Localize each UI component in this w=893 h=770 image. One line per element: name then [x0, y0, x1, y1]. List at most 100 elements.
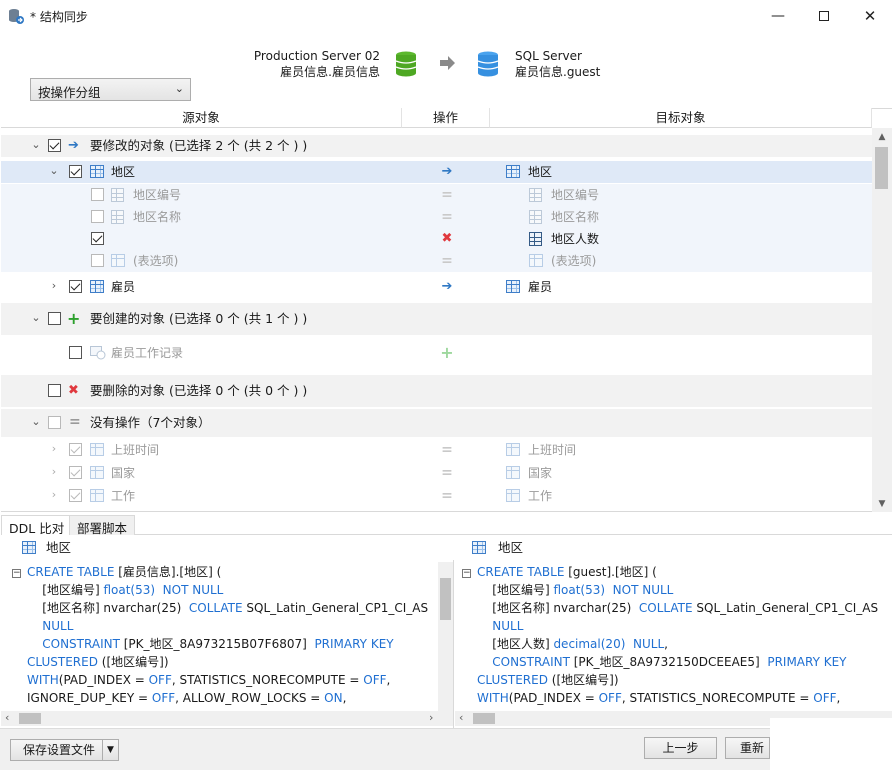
sql-text: [雇员信息].[地区] (: [114, 565, 222, 579]
ddl-right-header: 地区: [472, 537, 523, 559]
column-header-target[interactable]: 目标对象: [490, 108, 872, 128]
equal-icon: =: [441, 465, 453, 481]
previous-button[interactable]: 上一步: [644, 737, 717, 759]
expand-icon[interactable]: ›: [48, 279, 60, 292]
sql-keyword: NULL: [633, 637, 665, 651]
sql-keyword: decimal: [553, 637, 601, 651]
collapse-icon[interactable]: ⌄: [48, 164, 60, 177]
checkbox-column[interactable]: [91, 232, 104, 245]
scroll-down-icon[interactable]: ▼: [872, 499, 892, 509]
sql-keyword: OFF: [148, 673, 172, 687]
expand-icon[interactable]: ›: [48, 488, 60, 501]
create-plus-icon: +: [67, 309, 81, 328]
group-row-modify[interactable]: ⌄ ➔ 要修改的对象 (已选择 2 个 (共 2 个 ) ): [1, 135, 872, 157]
scroll-left-icon[interactable]: ‹: [459, 711, 463, 724]
sql-text: [地区编号]: [477, 583, 554, 597]
checkbox-table[interactable]: [69, 489, 82, 502]
column-header-source[interactable]: 源对象: [1, 108, 402, 128]
group-label-modify: 要修改的对象 (已选择 2 个 (共 2 个 ) ): [90, 138, 308, 153]
group-by-dropdown[interactable]: 按操作分组 ⌄: [30, 78, 191, 101]
column-icon: [529, 210, 542, 224]
checkbox-delete-group[interactable]: [48, 384, 61, 397]
checkbox-table[interactable]: [69, 443, 82, 456]
sql-text: [地区编号]: [27, 583, 104, 597]
checkbox-column[interactable]: [91, 188, 104, 201]
fold-collapse-icon[interactable]: −: [462, 569, 471, 578]
column-icon: [529, 232, 542, 246]
expand-icon[interactable]: ›: [48, 465, 60, 478]
collapse-icon[interactable]: ⌄: [30, 138, 42, 151]
minimize-button[interactable]: —: [755, 0, 801, 32]
sql-text: (PAD_INDEX =: [508, 691, 599, 705]
sync-arrow-icon: [440, 56, 455, 70]
scrollbar-thumb[interactable]: [440, 578, 451, 620]
table-options-icon: [529, 254, 543, 267]
table-icon: [506, 443, 520, 456]
maximize-button[interactable]: [801, 0, 847, 32]
checkbox-employee[interactable]: [69, 280, 82, 293]
collapse-icon[interactable]: ⌄: [30, 415, 42, 428]
save-settings-button[interactable]: 保存设置文件 ▼: [10, 739, 119, 761]
checkbox-create-group[interactable]: [48, 312, 61, 325]
ddl-left-title: 地区: [46, 540, 72, 555]
scrollbar-thumb[interactable]: [473, 713, 495, 724]
table-icon: [506, 489, 520, 502]
column-row[interactable]: (表选项) = (表选项): [1, 250, 872, 272]
ddl-left-code[interactable]: CREATE TABLE [雇员信息].[地区] ( [地区编号] float(…: [27, 563, 437, 709]
group-row-delete[interactable]: ✖ 要删除的对象 (已选择 0 个 (共 0 个 ) ): [1, 375, 872, 407]
table-row[interactable]: › 国家 = 国家: [1, 462, 872, 484]
column-header-operation[interactable]: 操作: [402, 108, 490, 128]
close-button[interactable]: ✕: [847, 0, 893, 32]
target-table-name: 地区: [528, 165, 553, 179]
checkbox-column[interactable]: [91, 210, 104, 223]
table-row-employee[interactable]: › 雇员 ➔ 雇员: [1, 276, 872, 298]
table-icon: [506, 280, 520, 293]
target-server: SQL Server: [515, 49, 582, 63]
checkbox-region[interactable]: [69, 165, 82, 178]
checkbox-table[interactable]: [69, 466, 82, 479]
tab-deploy-script[interactable]: 部署脚本: [69, 515, 136, 536]
column-row[interactable]: 地区名称 = 地区名称: [1, 206, 872, 228]
modify-arrow-icon: ➔: [441, 279, 453, 294]
fold-collapse-icon[interactable]: −: [12, 569, 21, 578]
scroll-up-icon[interactable]: ▲: [872, 132, 892, 142]
table-row[interactable]: › 上班时间 = 上班时间: [1, 439, 872, 461]
checkbox-column[interactable]: [91, 254, 104, 267]
create-plus-icon: +: [440, 343, 454, 362]
table-row-work-record[interactable]: 雇员工作记录 +: [1, 342, 872, 364]
tab-ddl[interactable]: DDL 比对: [1, 515, 73, 536]
overlay-blank: [770, 718, 893, 770]
ddl-left-horizontal-scrollbar[interactable]: ‹ ›: [1, 711, 453, 726]
ddl-left-vertical-scrollbar[interactable]: [438, 562, 453, 711]
pane-divider[interactable]: [453, 560, 454, 728]
checkbox-work-record[interactable]: [69, 346, 82, 359]
recompare-button[interactable]: 重新比: [725, 737, 770, 759]
column-row[interactable]: ✖ 地区人数: [1, 228, 872, 250]
sql-text: [guest].[地区] (: [564, 565, 657, 579]
dropdown-arrow-icon[interactable]: ▼: [107, 740, 114, 760]
equal-icon: =: [441, 488, 453, 504]
maximize-icon: [819, 11, 829, 21]
checkbox-noop-group[interactable]: [48, 416, 61, 429]
collapse-icon[interactable]: ⌄: [30, 311, 42, 324]
scroll-left-icon[interactable]: ‹: [5, 711, 9, 724]
table-row-region[interactable]: ⌄ 地区 ➔ 地区: [1, 161, 872, 183]
checkbox-modify-group[interactable]: [48, 139, 61, 152]
sql-text: ([地区编号]): [547, 673, 619, 687]
scrollbar-thumb[interactable]: [19, 713, 41, 724]
scroll-right-icon[interactable]: ›: [429, 711, 433, 724]
close-icon: ✕: [863, 7, 877, 25]
sql-keyword: CREATE TABLE: [477, 565, 565, 579]
group-row-create[interactable]: ⌄ + 要创建的对象 (已选择 0 个 (共 1 个 ) ): [1, 303, 872, 335]
expand-icon[interactable]: ›: [48, 442, 60, 455]
source-table-name: 雇员: [111, 280, 136, 294]
column-row[interactable]: 地区编号 = 地区编号: [1, 184, 872, 206]
sql-keyword: COLLATE: [638, 601, 693, 615]
group-row-noop[interactable]: ⌄ = 没有操作（7个对象）: [1, 409, 872, 437]
scrollbar-thumb[interactable]: [875, 147, 888, 189]
ddl-right-code[interactable]: CREATE TABLE [guest].[地区] ( [地区编号] float…: [477, 563, 891, 709]
equal-icon: =: [441, 253, 453, 269]
sql-text: [PK_地区_8A973215B07F6807]: [119, 637, 315, 651]
table-row[interactable]: › 工作 = 工作: [1, 485, 872, 507]
sql-text: (PAD_INDEX =: [58, 673, 149, 687]
